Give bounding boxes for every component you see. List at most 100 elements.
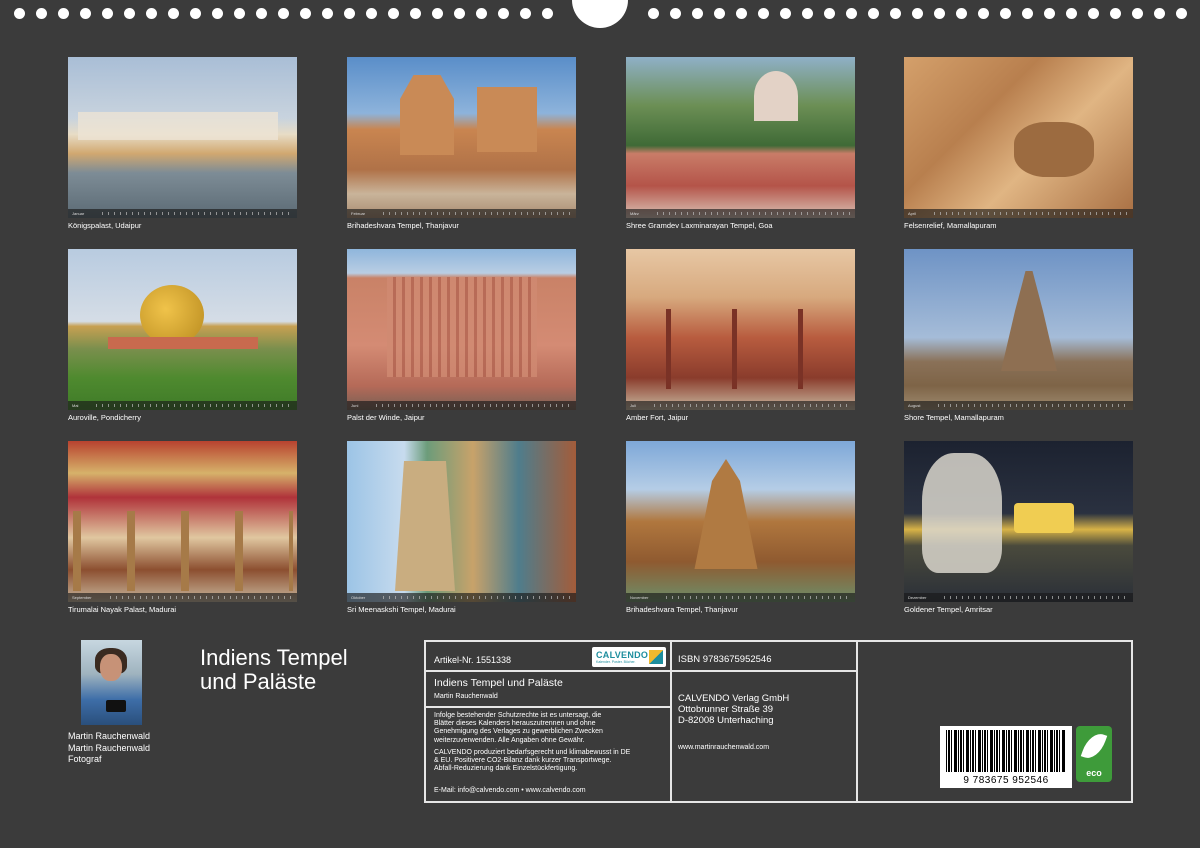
copyright-line: weiterzuverwenden. Alle Angaben ohne Gew… xyxy=(434,736,585,744)
logo-tagline: Kalender. Poster. Bücher. xyxy=(596,660,636,664)
binding-hole xyxy=(168,8,179,19)
calendar-strip: Dezember xyxy=(904,593,1133,602)
binding-hole xyxy=(1176,8,1187,19)
month-label: Mai xyxy=(72,403,79,408)
calendar-strip: März xyxy=(626,209,855,218)
binding-hole xyxy=(454,8,465,19)
binding-hole xyxy=(102,8,113,19)
photo-caption: Sri Meenaskshi Tempel, Madurai xyxy=(347,605,456,614)
article-number: Artikel-Nr. 1551338 xyxy=(434,655,512,665)
month-photo: März xyxy=(626,57,855,218)
binding-hole xyxy=(978,8,989,19)
climate-line: CALVENDO produziert bedarfsgerecht und k… xyxy=(434,749,631,756)
photo-caption: Königspalast, Udaipur xyxy=(68,221,142,230)
month-photo: April xyxy=(904,57,1133,218)
binding-hole xyxy=(256,8,267,19)
binding-hole xyxy=(956,8,967,19)
product-info-box: Artikel-Nr. 1551338 CALVENDO Kalender. P… xyxy=(424,640,1133,803)
month-tile-dezember: Dezember Goldener Tempel, Amritsar xyxy=(904,441,1133,614)
month-label: April xyxy=(908,211,917,216)
publisher-address: CALVENDO Verlag GmbH Ottobrunner Straße … xyxy=(678,693,789,726)
month-photo: Februar xyxy=(347,57,576,218)
month-photo: November xyxy=(626,441,855,602)
binding-hole xyxy=(1000,8,1011,19)
binding-hole xyxy=(322,8,333,19)
binding-hole xyxy=(410,8,421,19)
binding-hole xyxy=(80,8,91,19)
binding-hole xyxy=(802,8,813,19)
eco-badge: eco xyxy=(1076,726,1112,782)
binding-hole xyxy=(1088,8,1099,19)
month-label: August xyxy=(908,403,921,408)
month-tile-august: August Shore Tempel, Mamallapuram xyxy=(904,249,1133,422)
binding-hole xyxy=(432,8,443,19)
binding-hole xyxy=(1022,8,1033,19)
binding-hole xyxy=(824,8,835,19)
month-tile-oktober: Oktober Sri Meenaskshi Tempel, Madurai xyxy=(347,441,576,614)
binding-hole xyxy=(934,8,945,19)
photo-caption: Palst der Winde, Jaipur xyxy=(347,413,425,422)
author-role: Fotograf xyxy=(68,754,102,764)
binding-hole xyxy=(476,8,487,19)
binding-hole xyxy=(912,8,923,19)
climate-line: Abfall-Reduzierung dank Einzelstückferti… xyxy=(434,765,578,773)
author-name: Martin Rauchenwald xyxy=(68,731,151,741)
info-title: Indiens Tempel und Paläste xyxy=(434,677,563,689)
author-block: Martin Rauchenwald Martin Rauchenwald Fo… xyxy=(68,731,150,765)
binding-hole xyxy=(758,8,769,19)
month-photo: August xyxy=(904,249,1133,410)
binding-hole xyxy=(1044,8,1055,19)
binding-hole xyxy=(780,8,791,19)
barcode-number: 9 783675 952546 xyxy=(963,775,1049,786)
binding-hole xyxy=(714,8,725,19)
binding-hole xyxy=(36,8,47,19)
info-author: Martin Rauchenwald xyxy=(434,693,498,700)
binding-hole xyxy=(1066,8,1077,19)
logo-word: CALVENDO xyxy=(596,650,649,660)
calendar-title: Indiens Tempel und Paläste xyxy=(200,646,348,694)
calendar-strip: September xyxy=(68,593,297,602)
month-photo: Dezember xyxy=(904,441,1133,602)
month-tile-februar: Februar Brihadeshvara Tempel, Thanjavur xyxy=(347,57,576,230)
binding-hole xyxy=(498,8,509,19)
month-label: Januar xyxy=(72,211,85,216)
binding-hole xyxy=(542,8,553,19)
photo-caption: Felsenrelief, Mamallapuram xyxy=(904,221,997,230)
calvendo-logo: CALVENDO Kalender. Poster. Bücher. xyxy=(592,647,666,667)
photo-caption: Auroville, Pondicherry xyxy=(68,413,141,422)
calendar-title-line-2: und Paläste xyxy=(200,669,317,694)
publisher-line: Ottobrunner Straße 39 xyxy=(678,704,774,715)
binding-hole xyxy=(234,8,245,19)
leaf-icon xyxy=(1080,729,1108,763)
month-label: Dezember xyxy=(908,595,927,600)
month-tile-november: November Brihadeshvara Tempel, Thanjavur xyxy=(626,441,855,614)
copyright-notice: Infolge bestehender Schutzrechte ist es … xyxy=(434,712,603,745)
binding-hole xyxy=(58,8,69,19)
hanger-cutout xyxy=(572,0,628,28)
calvendo-mark-icon xyxy=(649,650,663,664)
calendar-strip: Oktober xyxy=(347,593,576,602)
author-name-2: Martin Rauchenwald xyxy=(68,743,151,753)
month-tile-maerz: März Shree Gramdev Laxminarayan Tempel, … xyxy=(626,57,855,230)
calendar-strip: November xyxy=(626,593,855,602)
copyright-line: Genehmigung des Verlages zu gewerblichen… xyxy=(434,728,603,736)
eco-label: eco xyxy=(1086,768,1102,778)
binding-hole xyxy=(212,8,223,19)
photo-caption: Shree Gramdev Laxminarayan Tempel, Goa xyxy=(626,221,773,230)
binding-hole xyxy=(890,8,901,19)
month-tile-juli: Juli Amber Fort, Jaipur xyxy=(626,249,855,422)
binding-hole xyxy=(520,8,531,19)
binding-hole xyxy=(736,8,747,19)
month-photo: September xyxy=(68,441,297,602)
isbn-barcode: 9 783675 952546 xyxy=(940,726,1072,788)
binding-hole xyxy=(300,8,311,19)
publisher-line: CALVENDO Verlag GmbH xyxy=(678,693,790,704)
photo-caption: Brihadeshvara Tempel, Thanjavur xyxy=(347,221,459,230)
binding-hole xyxy=(1110,8,1121,19)
author-website: www.martinrauchenwald.com xyxy=(678,744,770,751)
month-photo: Juni xyxy=(347,249,576,410)
climate-notice: CALVENDO produziert bedarfsgerecht und k… xyxy=(434,749,630,774)
binding-hole xyxy=(124,8,135,19)
month-photo: Oktober xyxy=(347,441,576,602)
month-tile-juni: Juni Palst der Winde, Jaipur xyxy=(347,249,576,422)
